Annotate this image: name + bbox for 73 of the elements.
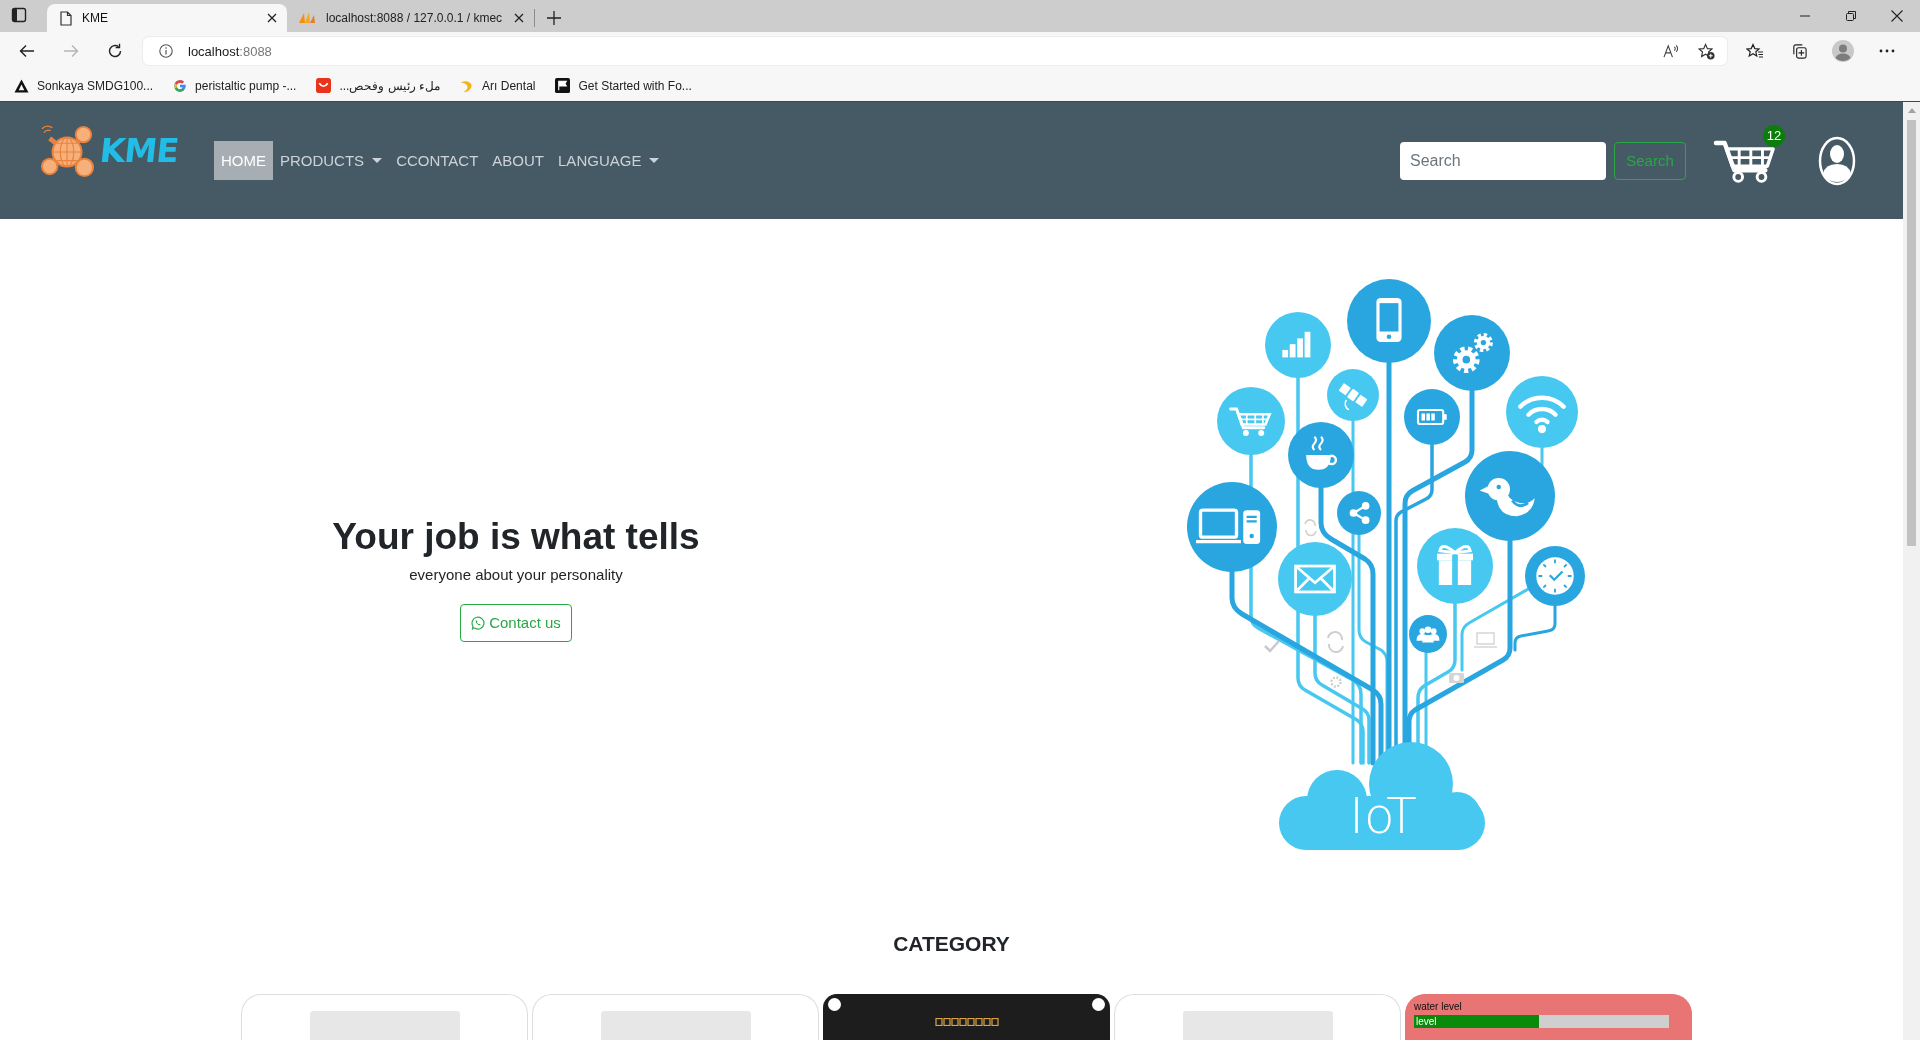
- cup-icon: [1288, 422, 1354, 488]
- nav-link[interactable]: CCONTACT: [389, 141, 486, 180]
- hero-title: Your job is what tells: [332, 514, 700, 559]
- check-icon: [1264, 640, 1280, 653]
- nav-link[interactable]: LANGUAGE: [551, 141, 667, 180]
- address-field[interactable]: localhost:8088: [143, 37, 1727, 65]
- gift-icon: [1417, 528, 1493, 604]
- collections-icon[interactable]: [1790, 42, 1808, 60]
- favorites-icon[interactable]: [1746, 43, 1764, 59]
- wifi-icon: [1506, 376, 1578, 448]
- bookmark-link[interactable]: Get Started with Fo...: [551, 76, 696, 95]
- battery-icon: [1404, 389, 1460, 445]
- nav-link[interactable]: PRODUCTS: [272, 141, 390, 180]
- url-text: localhost:8088: [188, 43, 272, 59]
- more-icon[interactable]: [1879, 49, 1895, 53]
- swoosh-icon: [460, 78, 475, 93]
- satellite-icon: [1327, 369, 1379, 421]
- reload-icon[interactable]: [107, 43, 123, 59]
- flag-icon: [555, 78, 571, 93]
- bookmark-link[interactable]: Sonkaya SMDG100...: [10, 76, 158, 95]
- mounting-hole-icon: [828, 998, 841, 1011]
- phone-icon: [1347, 279, 1431, 363]
- refresh-icon: [1304, 519, 1317, 537]
- triangle-logo-icon: [14, 78, 29, 93]
- tab-panel-icon[interactable]: [11, 7, 27, 23]
- add-favorite-icon[interactable]: [1698, 42, 1715, 60]
- gears-icon: [1434, 315, 1510, 391]
- phone-bubble-icon: [471, 615, 486, 630]
- close-icon[interactable]: [514, 13, 524, 23]
- info-icon[interactable]: [159, 44, 173, 58]
- pin-header-icon: [934, 1018, 999, 1026]
- screenshot-title: water level: [1414, 1001, 1462, 1013]
- plus-icon[interactable]: [547, 11, 561, 25]
- bookmark-link[interactable]: ملء رئيس وفحص...: [312, 76, 445, 95]
- camera-icon: [1449, 673, 1464, 683]
- cart-count-badge: 12: [1763, 125, 1785, 147]
- mounting-hole-icon: [1092, 998, 1105, 1011]
- hero-subtitle: everyone about your personality: [409, 564, 623, 585]
- close-icon[interactable]: [1891, 10, 1903, 22]
- people-icon: [1409, 615, 1447, 653]
- restore-icon[interactable]: [1846, 11, 1856, 21]
- cloud-label: IoT: [1349, 787, 1417, 845]
- category-card[interactable]: water level level: [1405, 994, 1692, 1040]
- clock-icon: [1525, 546, 1585, 606]
- browser-tab[interactable]: KME: [47, 4, 287, 32]
- bar-chart-icon: [1265, 312, 1331, 378]
- search-field[interactable]: Search: [1400, 141, 1606, 180]
- laptop-icon: [1473, 632, 1498, 648]
- share-icon: [1337, 491, 1381, 535]
- category-card[interactable]: [823, 994, 1110, 1040]
- ring-logo-icon: [173, 78, 188, 93]
- profile-avatar-icon[interactable]: [1832, 40, 1854, 62]
- smile-tile-icon: [316, 78, 332, 93]
- nav-link[interactable]: ABOUT: [485, 141, 552, 180]
- cart-icon: [1217, 387, 1285, 455]
- bookmark-link[interactable]: peristaltic pump -...: [169, 76, 301, 95]
- close-icon[interactable]: [267, 13, 277, 23]
- browser-tab[interactable]: localhost:8088 / 127.0.0.1 / kmec: [290, 4, 534, 32]
- computer-icon: [1187, 482, 1277, 572]
- document-icon: [60, 10, 72, 26]
- bird-icon: [1465, 451, 1555, 541]
- envelope-icon: [1278, 542, 1352, 616]
- back-arrow-icon[interactable]: [19, 44, 35, 58]
- brand-logo[interactable]: KME: [38, 120, 178, 181]
- refresh-icon: [1327, 630, 1344, 654]
- level-label: level: [1416, 1015, 1437, 1028]
- user-avatar-icon[interactable]: [1818, 135, 1856, 186]
- scrollbar-thumb[interactable]: [1907, 120, 1916, 546]
- section-title: CATEGORY: [892, 931, 1011, 957]
- sail-logo-icon: [298, 11, 316, 25]
- gear-icon: [1330, 676, 1342, 688]
- bookmark-link[interactable]: Arı Dental: [456, 76, 540, 95]
- read-aloud-icon[interactable]: [1663, 43, 1680, 59]
